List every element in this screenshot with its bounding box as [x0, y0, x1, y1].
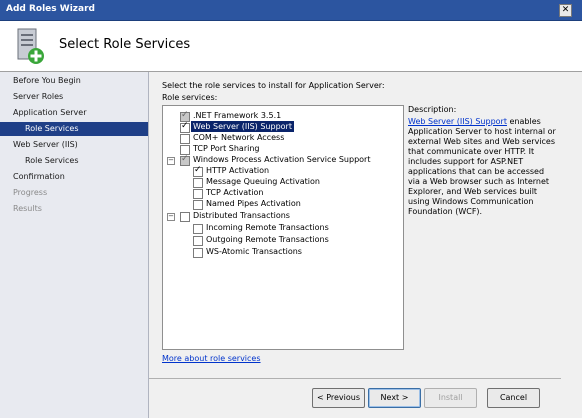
- checkbox-http-activation[interactable]: [193, 165, 203, 177]
- tree-item-outgoing-remote[interactable]: Outgoing Remote Transactions: [206, 234, 329, 245]
- checkbox-msmq-activation[interactable]: [193, 178, 203, 188]
- nav-web-role-services[interactable]: Role Services: [0, 154, 79, 168]
- role-services-tree[interactable]: .NET Framework 3.5.1 Web Server (IIS) Su…: [162, 105, 404, 350]
- description-panel: Description: Web Server (IIS) Support en…: [408, 105, 558, 217]
- nav-web-server-iis[interactable]: Web Server (IIS): [0, 138, 78, 152]
- nav-results: Results: [13, 204, 42, 213]
- description-heading: Description:: [408, 105, 457, 114]
- previous-button[interactable]: < Previous: [312, 388, 365, 408]
- checkbox-web-server-support[interactable]: [180, 121, 190, 133]
- description-link[interactable]: Web Server (IIS) Support: [408, 117, 507, 126]
- tree-item-was-support[interactable]: Windows Process Activation Service Suppo…: [193, 154, 370, 165]
- nav-confirmation[interactable]: Confirmation: [0, 170, 65, 184]
- tree-item-com-network[interactable]: COM+ Network Access: [193, 132, 284, 143]
- tree-item-tcp-activation[interactable]: TCP Activation: [206, 187, 263, 198]
- checkbox-ws-atomic[interactable]: [193, 248, 203, 258]
- tree-item-msmq-activation[interactable]: Message Queuing Activation: [206, 176, 320, 187]
- checkbox-outgoing-remote[interactable]: [193, 236, 203, 246]
- install-button[interactable]: Install: [424, 388, 477, 408]
- checkbox-distributed-transactions[interactable]: [180, 212, 190, 222]
- tree-item-distributed-transactions[interactable]: Distributed Transactions: [193, 210, 290, 221]
- page-title: Select Role Services: [59, 37, 191, 52]
- role-services-label: Role services:: [162, 93, 218, 102]
- instruction-text: Select the role services to install for …: [162, 81, 385, 90]
- checkbox-was-support[interactable]: [180, 154, 190, 166]
- more-about-role-services-link[interactable]: More about role services: [162, 354, 261, 363]
- tree-item-web-server-support[interactable]: Web Server (IIS) Support: [191, 121, 294, 132]
- close-icon[interactable]: ✕: [559, 4, 572, 17]
- tree-item-incoming-remote[interactable]: Incoming Remote Transactions: [206, 222, 329, 233]
- collapse-icon[interactable]: −: [167, 157, 175, 165]
- server-add-icon: [17, 28, 44, 64]
- tree-item-ws-atomic[interactable]: WS-Atomic Transactions: [206, 246, 302, 257]
- nav-progress: Progress: [13, 188, 48, 197]
- wizard-steps: Before You Begin Server Roles Applicatio…: [0, 72, 149, 418]
- description-text: enables Application Server to host inter…: [408, 117, 556, 216]
- tree-item-named-pipes[interactable]: Named Pipes Activation: [206, 198, 301, 209]
- tree-item-dotnet[interactable]: .NET Framework 3.5.1: [193, 110, 281, 121]
- nav-before-you-begin[interactable]: Before You Begin: [0, 74, 81, 88]
- next-button[interactable]: Next >: [368, 388, 421, 408]
- nav-server-roles[interactable]: Server Roles: [0, 90, 63, 104]
- checkbox-incoming-remote[interactable]: [193, 224, 203, 234]
- tree-item-tcp-port-sharing[interactable]: TCP Port Sharing: [193, 143, 259, 154]
- checkbox-tcp-activation[interactable]: [193, 189, 203, 199]
- collapse-icon[interactable]: −: [167, 213, 175, 221]
- window-titlebar: Add Roles Wizard ✕: [0, 0, 582, 21]
- nav-role-services-selected[interactable]: Role Services: [0, 122, 148, 136]
- checkbox-com-network[interactable]: [180, 134, 190, 144]
- window-title: Add Roles Wizard: [6, 4, 95, 14]
- wizard-header: Select Role Services: [0, 21, 582, 72]
- checkbox-named-pipes[interactable]: [193, 200, 203, 210]
- footer-divider: [149, 378, 561, 379]
- nav-application-server[interactable]: Application Server: [0, 106, 86, 120]
- cancel-button[interactable]: Cancel: [487, 388, 540, 408]
- tree-item-http-activation[interactable]: HTTP Activation: [206, 165, 269, 176]
- description-body: Web Server (IIS) Support enables Applica…: [408, 117, 558, 217]
